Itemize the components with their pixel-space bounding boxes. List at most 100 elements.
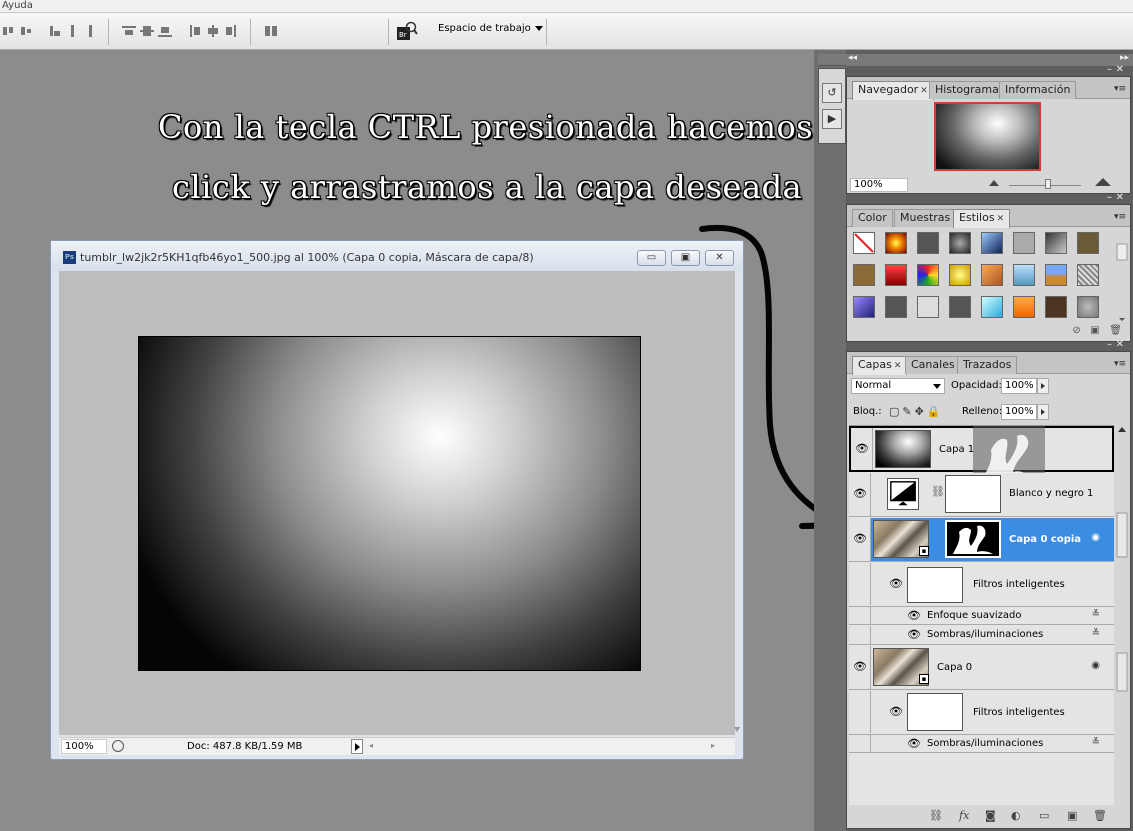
panel-menu-icon[interactable]: ▾≡ (1114, 359, 1126, 369)
smart-filter-mask-thumbnail[interactable] (907, 567, 963, 603)
collapse-left-icon[interactable]: ◂◂ (848, 53, 857, 63)
dock-collapse-bar[interactable] (818, 54, 846, 66)
style-swatch[interactable] (949, 264, 971, 286)
panel-close-icon[interactable]: ✕ (1116, 64, 1124, 75)
style-swatch[interactable] (1077, 232, 1099, 254)
eye-icon[interactable]: 👁 (907, 609, 923, 622)
adjustment-layer-icon[interactable]: ◐ (1011, 809, 1021, 822)
smart-filter-icon[interactable]: ◉ (1091, 660, 1100, 671)
style-swatch[interactable] (885, 232, 907, 254)
tab-capas[interactable]: Capas ✕ (852, 356, 908, 375)
scroll-left-icon[interactable]: ◂ (369, 741, 373, 750)
style-swatch[interactable] (853, 264, 875, 286)
smart-filter-mask-thumbnail[interactable] (907, 693, 963, 731)
style-swatch[interactable] (1013, 232, 1035, 254)
panel-minimize-icon[interactable]: – (1107, 339, 1112, 350)
status-menu-icon[interactable] (112, 740, 124, 752)
opacity-slider-button[interactable] (1037, 378, 1049, 394)
style-swatch[interactable] (1013, 264, 1035, 286)
panel-menu-icon[interactable]: ▾≡ (1114, 212, 1126, 222)
align-top-icon[interactable] (2, 24, 16, 38)
navigator-zoom-field[interactable]: 100% (850, 178, 908, 192)
tab-muestras[interactable]: Muestras (894, 209, 957, 227)
navigator-thumbnail[interactable] (934, 102, 1041, 171)
filter-options-icon[interactable]: ≚ (1092, 737, 1100, 748)
minimize-button[interactable]: ▭ (637, 250, 666, 266)
eye-icon[interactable]: 👁 (889, 705, 905, 718)
tab-close-icon[interactable]: ✕ (997, 214, 1005, 224)
distribute-vcenter-icon[interactable] (140, 24, 154, 38)
eye-icon[interactable]: 👁 (853, 532, 869, 545)
tab-informacion[interactable]: Información (999, 81, 1077, 99)
style-swatch[interactable] (949, 232, 971, 254)
eye-icon[interactable]: 👁 (907, 737, 923, 750)
style-swatch[interactable] (917, 232, 939, 254)
panel-minimize-icon[interactable]: – (1107, 64, 1112, 75)
tab-canales[interactable]: Canales (905, 356, 961, 374)
chain-link-icon[interactable]: ⛓ (929, 809, 943, 822)
style-swatch[interactable] (981, 232, 1003, 254)
style-swatch[interactable] (885, 296, 907, 318)
filter-row-sombras-iluminaciones[interactable]: 👁 Sombras/iluminaciones ≚ (849, 626, 1114, 645)
new-group-icon[interactable]: ▭ (1039, 809, 1049, 822)
panel-minimize-icon[interactable]: – (1107, 192, 1112, 203)
align-vcenter-icon[interactable] (20, 24, 34, 38)
styles-footer-icons[interactable]: ⊘ ▣ 🗑 (1072, 325, 1122, 336)
distribute-hcenter-icon[interactable] (206, 24, 220, 38)
style-swatch[interactable] (981, 264, 1003, 286)
style-swatch[interactable] (917, 296, 939, 318)
style-swatch-none[interactable] (853, 232, 875, 254)
new-layer-icon[interactable]: ▣ (1067, 809, 1077, 822)
smart-filter-icon[interactable]: ◉ (1091, 532, 1100, 543)
panel-menu-icon[interactable]: ▾≡ (1114, 84, 1126, 94)
eye-icon[interactable]: 👁 (855, 442, 871, 455)
style-swatch[interactable] (949, 296, 971, 318)
filter-row-sombras-iluminaciones[interactable]: 👁 Sombras/iluminaciones ≚ (849, 734, 1114, 753)
filter-options-icon[interactable]: ≚ (1092, 628, 1100, 639)
zoom-in-icon[interactable] (1095, 178, 1111, 186)
distribute-bottom-icon[interactable] (158, 24, 172, 38)
smart-filters-row[interactable]: 👁 Filtros inteligentes (849, 563, 1114, 605)
fill-input[interactable]: 100% (1001, 404, 1037, 420)
tab-navegador[interactable]: Navegador ✕ (852, 81, 934, 100)
panel-column-header[interactable]: ◂◂ ▸▸ (846, 53, 1133, 66)
zoom-out-icon[interactable] (989, 180, 999, 186)
align-hcenter-icon[interactable] (84, 24, 98, 38)
smart-filters-row[interactable]: 👁 Filtros inteligentes (849, 691, 1114, 733)
distribute-right-icon[interactable] (224, 24, 238, 38)
layer-row-capa-0[interactable]: 👁 ▪ Capa 0 ◉ (849, 646, 1114, 690)
fx-icon[interactable]: fx (959, 809, 969, 822)
trash-icon[interactable]: 🗑 (1093, 809, 1107, 822)
distribute-top-icon[interactable] (122, 24, 136, 38)
tab-histograma[interactable]: Histograma (929, 81, 1005, 99)
eye-icon[interactable]: 👁 (889, 577, 905, 590)
fill-slider-button[interactable] (1037, 404, 1049, 420)
style-swatch[interactable] (885, 264, 907, 286)
add-mask-icon[interactable]: ◙ (985, 809, 996, 822)
align-left-icon[interactable] (66, 24, 80, 38)
layers-scrollbar[interactable] (1115, 425, 1129, 805)
chain-link-icon[interactable]: ⛓ (931, 485, 945, 498)
style-swatch[interactable] (1077, 296, 1099, 318)
gradient-image[interactable] (138, 336, 641, 671)
style-swatch[interactable] (981, 296, 1003, 318)
styles-scrollbar[interactable] (1116, 232, 1128, 322)
filter-options-icon[interactable]: ≚ (1092, 609, 1100, 620)
style-swatch[interactable] (1013, 296, 1035, 318)
document-canvas[interactable] (59, 271, 735, 735)
blend-mode-select[interactable]: Normal (851, 378, 945, 394)
actions-play-icon[interactable]: ▶ (822, 109, 842, 129)
tab-estilos[interactable]: Estilos ✕ (953, 209, 1011, 228)
document-title-bar[interactable]: Ps tumblr_lw2jk2r5KH1qfb46yo1_500.jpg al… (51, 241, 743, 271)
style-swatch[interactable] (1045, 264, 1067, 286)
eye-icon[interactable]: 👁 (853, 487, 869, 500)
document-window[interactable]: Ps tumblr_lw2jk2r5KH1qfb46yo1_500.jpg al… (50, 240, 744, 760)
tab-color[interactable]: Color (852, 209, 893, 227)
layer-mask-thumbnail[interactable] (945, 475, 1001, 513)
layer-mask-thumbnail[interactable] (945, 520, 1001, 558)
tab-trazados[interactable]: Trazados (957, 356, 1018, 374)
workspace-dropdown[interactable]: Espacio de trabajo (438, 23, 543, 34)
style-swatch[interactable] (1077, 264, 1099, 286)
style-swatch[interactable] (917, 264, 939, 286)
style-swatch[interactable] (1045, 232, 1067, 254)
